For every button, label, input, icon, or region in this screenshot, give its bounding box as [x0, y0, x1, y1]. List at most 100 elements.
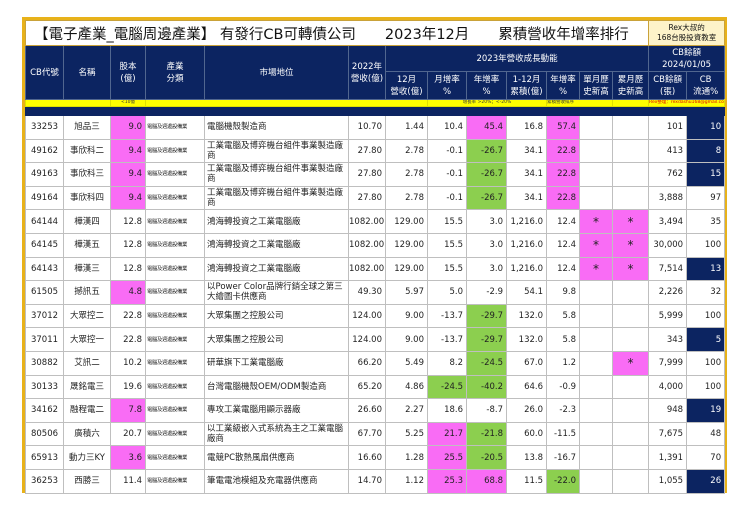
- cell-rev2022: 1082.00: [348, 232, 386, 258]
- cell-mom: 25.3: [427, 468, 467, 494]
- cell-code: 65913: [25, 445, 64, 470]
- cell-month-high: *: [579, 232, 613, 258]
- cell-code: 37011: [25, 327, 64, 352]
- col-cb-float: CB 流通%: [686, 71, 726, 100]
- cell-cum-high: [611, 138, 650, 164]
- cell-mom: 5.0: [427, 280, 467, 305]
- cell-cb-bal: 413: [648, 138, 688, 164]
- table-row: 64143 樺漢三 12.8 電腦及週邊設備業 鴻海轉投資之工業電腦廠 1082.00 12…: [25, 256, 726, 282]
- cell-industry: 電腦及週邊設備業: [145, 421, 205, 447]
- cell-rev2022: 65.20: [348, 374, 386, 400]
- cell-dec-rev: 2.78: [385, 138, 428, 164]
- note-cum: 累積營收排序: [546, 99, 613, 107]
- cell-dec-rev: 4.86: [385, 374, 428, 400]
- cell-cb-float: 13: [686, 256, 726, 282]
- cell-cum: 64.6: [506, 374, 547, 400]
- cell-cum-high: [611, 280, 650, 305]
- cell-cum-yoy: 57.4: [546, 115, 580, 140]
- cell-position: 研華旗下工業電腦廠: [204, 350, 349, 376]
- cell-cum-high: [611, 445, 650, 470]
- cell-position: 鴻海轉投資之工業電腦廠: [204, 209, 349, 234]
- cell-position: 以工業級嵌入式系統為主之工業電腦廠商: [204, 421, 349, 447]
- cell-yoy: -26.7: [466, 138, 507, 164]
- cell-industry: 電腦及週邊設備業: [145, 280, 205, 305]
- cell-month-high: *: [579, 256, 613, 282]
- cell-cum-yoy: 9.8: [546, 280, 580, 305]
- col-group-cb: CB餘額 2024/01/05: [648, 45, 726, 72]
- cell-mom: 10.4: [427, 115, 467, 140]
- cell-rev2022: 14.70: [348, 468, 386, 494]
- title-row: 【電子產業_電腦周邊產業】 有發行CB可轉債公司 2023年12月 累積營收年增…: [24, 20, 726, 46]
- cell-code: 37012: [25, 303, 64, 329]
- author-line-2: 168台股投資教室: [656, 33, 717, 42]
- cell-industry: 電腦及週邊設備業: [145, 468, 205, 494]
- cell-yoy: -26.7: [466, 185, 507, 211]
- cell-cb-bal: 948: [648, 398, 688, 423]
- cell-month-high: [579, 327, 613, 352]
- cell-name: 融程電二: [63, 398, 111, 423]
- cell-dec-rev: 2.78: [385, 185, 428, 211]
- table-row: 37012 大眾控二 22.8 電腦及週邊設備業 大眾集團之控股公司 124.00 9.00…: [25, 303, 726, 329]
- cell-code: 80506: [25, 421, 64, 447]
- cell-cum: 34.1: [506, 162, 547, 187]
- cell-cum-high: [611, 421, 650, 447]
- cell-cb-bal: 2,226: [648, 280, 688, 305]
- cell-name: 西勝三: [63, 468, 111, 494]
- cell-cb-bal: 7,514: [648, 256, 688, 282]
- cell-position: 大眾集團之控股公司: [204, 327, 349, 352]
- cell-cum-high: *: [611, 209, 650, 234]
- cell-cb-float: 8: [686, 138, 726, 164]
- cell-mom: 18.6: [427, 398, 467, 423]
- cell-cum-high: [611, 303, 650, 329]
- cell-dec-rev: 5.97: [385, 280, 428, 305]
- cell-cb-float: 35: [686, 209, 726, 234]
- cell-cum-yoy: 12.4: [546, 256, 580, 282]
- cell-mom: -0.1: [427, 162, 467, 187]
- cell-code: 30133: [25, 374, 64, 400]
- cell-industry: 電腦及週邊設備業: [145, 138, 205, 164]
- cell-cb-float: 70: [686, 445, 726, 470]
- cell-capital: 4.8: [110, 280, 146, 305]
- cell-cum-yoy: 12.4: [546, 209, 580, 234]
- cell-cb-bal: 1,391: [648, 445, 688, 470]
- cell-cum-yoy: 22.8: [546, 138, 580, 164]
- cell-yoy: -8.7: [466, 398, 507, 423]
- col-industry: 產業 分類: [145, 45, 205, 100]
- cell-cb-bal: 762: [648, 162, 688, 187]
- col-dec-rev: 12月 營收(億): [385, 71, 428, 100]
- cell-cb-bal: 3,888: [648, 185, 688, 211]
- cell-rev2022: 27.80: [348, 138, 386, 164]
- cell-capital: 3.6: [110, 445, 146, 470]
- table-row: 64145 樺漢五 12.8 電腦及週邊設備業 鴻海轉投資之工業電腦廠 1082.00 12…: [25, 232, 726, 258]
- cell-industry: 電腦及週邊設備業: [145, 350, 205, 376]
- cell-cum-high: [611, 398, 650, 423]
- cell-cb-float: 10: [686, 115, 726, 140]
- cell-cum: 60.0: [506, 421, 547, 447]
- cell-cb-bal: 30,000: [648, 232, 688, 258]
- table-row: 80506 廣積六 20.7 電腦及週邊設備業 以工業級嵌入式系統為主之工業電腦廠商 67…: [25, 421, 726, 447]
- cell-cb-float: 100: [686, 303, 726, 329]
- col-yoy: 年增率 %: [466, 71, 507, 100]
- cell-cum: 67.0: [506, 350, 547, 376]
- table-row: 37011 大眾控一 22.8 電腦及週邊設備業 大眾集團之控股公司 124.00 9.00…: [25, 327, 726, 352]
- cell-mom: -24.5: [427, 374, 467, 400]
- cell-rev2022: 67.70: [348, 421, 386, 447]
- cell-month-high: [579, 350, 613, 376]
- cell-dec-rev: 129.00: [385, 232, 428, 258]
- cell-month-high: [579, 421, 613, 447]
- cell-month-high: [579, 468, 613, 494]
- cell-rev2022: 16.60: [348, 445, 386, 470]
- cell-cb-bal: 7,999: [648, 350, 688, 376]
- cell-mom: -0.1: [427, 138, 467, 164]
- cell-capital: 11.4: [110, 468, 146, 494]
- cell-code: 49164: [25, 185, 64, 211]
- cell-mom: 21.7: [427, 421, 467, 447]
- cell-position: 電競PC散熱風扇供應商: [204, 445, 349, 470]
- cell-yoy: 68.8: [466, 468, 507, 494]
- cell-code: 36253: [25, 468, 64, 494]
- cell-code: 49163: [25, 162, 64, 187]
- col-cb-balance: CB餘額 (張): [648, 71, 688, 100]
- page-title: 【電子產業_電腦周邊產業】 有發行CB可轉債公司 2023年12月 累積營收年增…: [24, 20, 650, 46]
- col-group-growth: 2023年營收成長動能: [384, 45, 650, 72]
- cell-cb-float: 48: [686, 421, 726, 447]
